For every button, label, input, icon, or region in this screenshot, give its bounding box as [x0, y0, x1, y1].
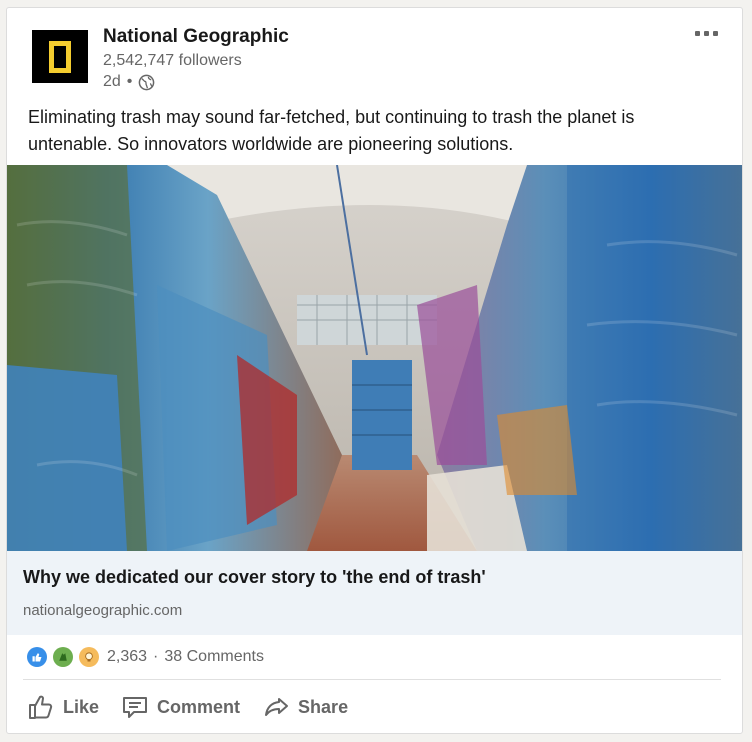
national-geographic-logo-icon — [49, 40, 71, 73]
comment-button[interactable]: Comment — [113, 689, 248, 725]
reaction-count[interactable]: 2,363 — [107, 648, 147, 666]
author-logo[interactable] — [32, 30, 88, 83]
social-separator: · — [153, 648, 159, 665]
divider — [23, 679, 721, 680]
like-label: Like — [63, 696, 100, 717]
follower-count: 2,542,747 followers — [103, 52, 242, 69]
share-label: Share — [298, 696, 349, 717]
meta-separator: • — [126, 73, 133, 90]
post-time: 2d — [103, 73, 121, 90]
author-name[interactable]: National Geographic — [103, 26, 289, 48]
like-button[interactable]: Like — [19, 689, 107, 725]
celebrate-reaction-icon — [53, 647, 73, 667]
globe-icon — [138, 74, 155, 91]
share-arrow-icon — [265, 698, 289, 716]
insightful-reaction-icon — [79, 647, 99, 667]
comment-icon — [123, 697, 148, 718]
more-options-icon[interactable] — [693, 25, 720, 42]
comment-count[interactable]: 38 Comments — [164, 648, 264, 666]
social-counts: 2,363 · 38 Comments — [27, 646, 264, 668]
link-preview-domain: nationalgeographic.com — [23, 602, 183, 619]
post-meta: 2d • — [103, 73, 155, 91]
share-button[interactable]: Share — [254, 689, 356, 725]
post-image[interactable] — [7, 165, 742, 551]
link-preview-title[interactable]: Why we dedicated our cover story to 'the… — [23, 567, 486, 588]
feed-post-card: National Geographic 2,542,747 followers … — [6, 7, 743, 734]
action-bar: Like Comment Share — [19, 689, 362, 725]
like-reaction-icon — [27, 647, 47, 667]
post-header: National Geographic 2,542,747 followers … — [7, 8, 742, 98]
comment-label: Comment — [157, 696, 241, 717]
thumbs-up-icon — [29, 695, 53, 719]
post-commentary: Eliminating trash may sound far-fetched,… — [28, 107, 635, 154]
link-preview[interactable]: Why we dedicated our cover story to 'the… — [7, 551, 742, 635]
